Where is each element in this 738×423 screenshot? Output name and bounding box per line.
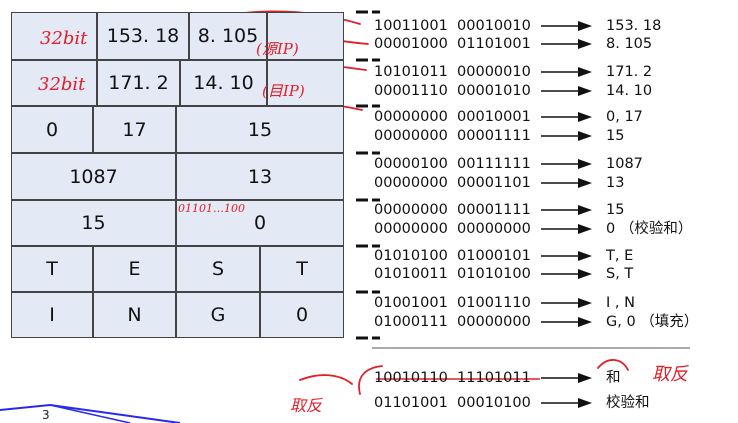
bit-row: 00000100 00111111	[374, 156, 531, 172]
bit-row: 10101011 00000010	[374, 64, 531, 80]
bit-row-value: 15	[606, 128, 625, 144]
bit-row: 00000000 00000000	[374, 221, 531, 237]
bit-row-value: G, 0 （填充）	[606, 314, 699, 330]
bit-row-value: 14. 10	[606, 83, 653, 99]
bit-row: 00000000 00010001	[374, 109, 531, 125]
header-cell: T	[260, 246, 344, 292]
header-cell: T	[11, 246, 93, 292]
bit-row: 10011001 00010010	[374, 18, 531, 34]
bit-row-value: 8. 105	[606, 36, 653, 52]
header-cell: 0	[11, 106, 93, 153]
bit-row-value: T, E	[606, 248, 634, 264]
sum-bit-row: 10010110 11101011	[374, 370, 531, 386]
header-cell: 14. 10	[180, 60, 267, 106]
header-cell: 171. 2	[97, 60, 180, 106]
bit-row-value: 0 （校验和）	[606, 221, 693, 237]
annotation-src-note: (源IP)	[256, 40, 299, 58]
header-cell: N	[93, 292, 176, 338]
header-cell: 153. 18	[97, 12, 189, 60]
bit-row-value: 153. 18	[606, 18, 662, 34]
arrow-head	[578, 159, 592, 169]
header-cell: 1087	[11, 153, 176, 200]
header-cell: E	[93, 246, 176, 292]
header-cell: 13	[176, 153, 344, 200]
bit-row: 01000111 00000000	[374, 314, 531, 330]
annotation-zero-note: 01101…100	[178, 202, 245, 215]
arrow-head	[578, 251, 592, 261]
bit-row-value: 15	[606, 202, 625, 218]
sum-bit-row: 01101001 00010100	[374, 395, 531, 411]
bit-row: 01010100 01000101	[374, 248, 531, 264]
arrow-head	[578, 269, 592, 279]
bit-row-value: 171. 2	[606, 64, 653, 80]
annotation-dst-label: 32bit	[38, 74, 86, 95]
header-cell: 17	[93, 106, 176, 153]
sum-bit-value: 和	[606, 370, 621, 386]
arrow-head	[578, 86, 592, 96]
arrow-head	[578, 112, 592, 122]
bit-row: 00001110 00001010	[374, 83, 531, 99]
bit-row: 01010011 01010100	[374, 266, 531, 282]
annotation-dst-note: (目IP)	[262, 82, 305, 100]
arrow-head	[578, 224, 592, 234]
arrow-head	[578, 21, 592, 31]
arrow-head	[578, 373, 592, 383]
bit-row: 00000000 00001101	[374, 175, 531, 191]
arrow-head	[578, 67, 592, 77]
bit-row-value: 0, 17	[606, 109, 643, 125]
bit-row-value: 13	[606, 175, 625, 191]
ink-bracket2	[299, 374, 353, 385]
bit-row: 01001001 01001110	[374, 295, 531, 311]
header-cell: I	[11, 292, 93, 338]
checksum-diagram: 153. 18 8. 105 171. 2 14. 10 0 17 15 1087 13 15 0 T…	[0, 0, 738, 423]
annotation-invert-left: 取反	[290, 396, 323, 415]
sum-bit-value: 校验和	[606, 395, 650, 411]
bit-row: 00000000 00001111	[374, 202, 531, 218]
bit-row: 00000000 00001111	[374, 128, 531, 144]
annotation-invert-right: 取反	[652, 364, 688, 385]
slide-number: 3	[42, 408, 50, 422]
bit-row: 00001000 01101001	[374, 36, 531, 52]
bit-row-value: I , N	[606, 295, 635, 311]
annotation-src-label: 32bit	[40, 28, 88, 49]
arrow-head	[578, 205, 592, 215]
arrow-head	[578, 131, 592, 141]
arrow-head	[578, 39, 592, 49]
header-cell: S	[176, 246, 260, 292]
header-cell: 0	[260, 292, 344, 338]
header-cell: G	[176, 292, 260, 338]
header-cell: 15	[11, 200, 176, 246]
bit-row-value: S, T	[606, 266, 634, 282]
header-cell: 15	[176, 106, 344, 153]
arrow-head	[578, 317, 592, 327]
bit-row-value: 1087	[606, 156, 643, 172]
arrow-head	[578, 398, 592, 408]
arrow-head	[578, 178, 592, 188]
arrow-head	[578, 298, 592, 308]
